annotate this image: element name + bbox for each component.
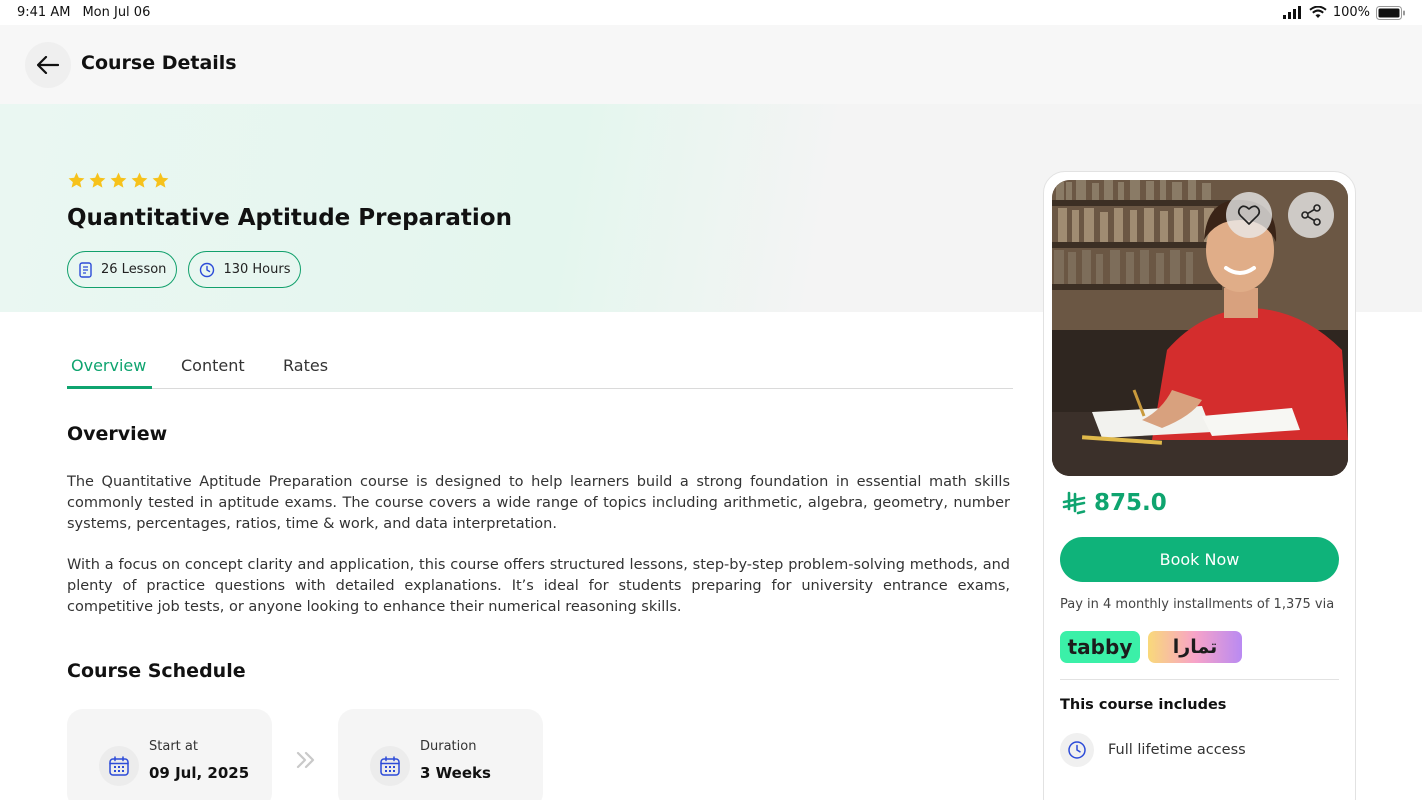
duration-card: Duration 3 Weeks xyxy=(338,709,543,800)
tabby-label: tabby xyxy=(1067,635,1133,659)
back-button[interactable] xyxy=(25,42,71,88)
star-icon xyxy=(68,172,85,188)
share-icon xyxy=(1301,204,1321,226)
include-icon-wrap xyxy=(1060,733,1094,767)
overview-heading: Overview xyxy=(67,423,168,445)
calendar-icon-wrap xyxy=(99,746,139,786)
book-now-button[interactable]: Book Now xyxy=(1060,537,1339,582)
star-icon xyxy=(110,172,127,188)
status-time: 9:41 AM xyxy=(17,5,71,20)
share-button[interactable] xyxy=(1288,192,1334,238)
start-date-card: Start at 09 Jul, 2025 xyxy=(67,709,272,800)
battery-percent: 100% xyxy=(1332,5,1370,20)
arrow-left-icon xyxy=(37,56,59,74)
installments-text: Pay in 4 monthly installments of 1,375 v… xyxy=(1060,597,1335,612)
calendar-icon xyxy=(380,756,400,776)
course-price: 875.0 xyxy=(1062,490,1167,516)
star-icon xyxy=(89,172,106,188)
start-label: Start at xyxy=(149,739,198,754)
status-bar: 9:41 AM Mon Jul 06 100% xyxy=(0,0,1422,25)
tab-content[interactable]: Content xyxy=(181,356,245,389)
double-chevron-right-icon xyxy=(296,751,315,769)
duration-value: 3 Weeks xyxy=(420,764,491,782)
lessons-count: 26 Lesson xyxy=(101,262,167,277)
tab-overview[interactable]: Overview xyxy=(71,356,146,389)
star-icon xyxy=(152,172,169,188)
wifi-icon xyxy=(1309,6,1327,18)
battery-icon xyxy=(1376,5,1405,20)
lessons-chip: 26 Lesson xyxy=(67,251,178,288)
clock-icon xyxy=(200,262,215,277)
tamara-label: تمارا xyxy=(1172,636,1218,658)
riyal-icon xyxy=(1062,491,1086,515)
course-image xyxy=(1052,180,1348,476)
favorite-button[interactable] xyxy=(1226,192,1272,238)
star-icon xyxy=(131,172,148,188)
start-date: 09 Jul, 2025 xyxy=(149,764,250,782)
tabby-logo[interactable]: tabby xyxy=(1060,631,1140,663)
status-date: Mon Jul 06 xyxy=(82,5,151,20)
active-tab-indicator xyxy=(67,386,152,389)
overview-paragraph-2: With a focus on concept clarity and appl… xyxy=(67,557,1010,615)
includes-title: This course includes xyxy=(1060,697,1227,713)
divider xyxy=(1060,679,1339,680)
schedule-heading: Course Schedule xyxy=(67,660,246,682)
clock-icon xyxy=(1068,741,1086,759)
calendar-icon xyxy=(109,756,129,776)
course-tabs: Overview Content Rates xyxy=(67,356,1013,389)
tamara-logo[interactable]: تمارا xyxy=(1148,631,1242,663)
rating-stars xyxy=(67,171,170,190)
signal-icon xyxy=(1282,6,1301,19)
calendar-icon-wrap xyxy=(370,746,410,786)
hours-chip: 130 Hours xyxy=(188,251,302,288)
include-item-lifetime-access: Full lifetime access xyxy=(1060,733,1246,767)
include-label: Full lifetime access xyxy=(1108,742,1246,758)
purchase-card: 875.0 Book Now Pay in 4 monthly installm… xyxy=(1043,171,1356,800)
document-icon xyxy=(79,261,92,278)
course-title: Quantitative Aptitude Preparation xyxy=(67,205,512,231)
page-title: Course Details xyxy=(81,52,237,74)
app-header: Course Details xyxy=(0,25,1422,104)
hours-count: 130 Hours xyxy=(223,262,291,277)
price-value: 875.0 xyxy=(1094,490,1167,516)
overview-paragraph-1: The Quantitative Aptitude Preparation co… xyxy=(67,474,1010,532)
tab-rates[interactable]: Rates xyxy=(283,356,328,389)
duration-label: Duration xyxy=(420,739,477,754)
heart-icon xyxy=(1237,205,1261,225)
